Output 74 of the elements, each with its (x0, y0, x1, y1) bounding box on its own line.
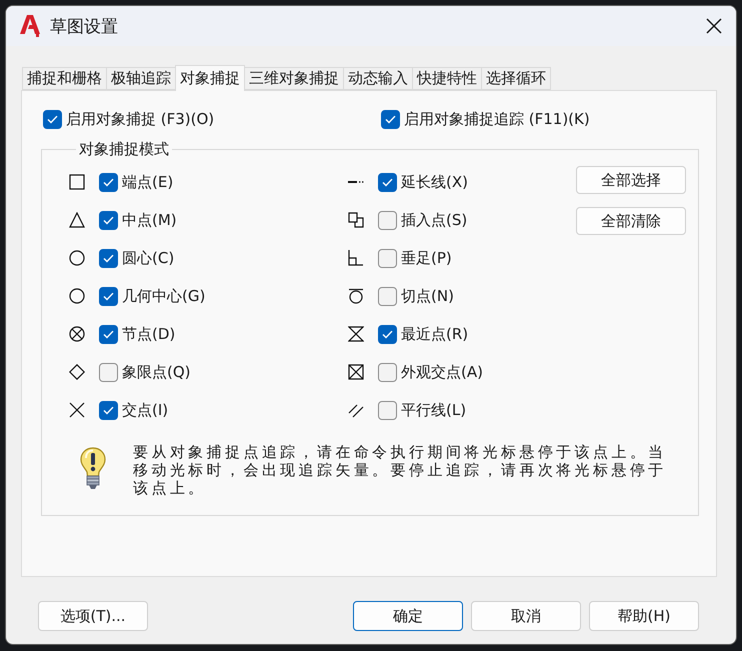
checkbox-label: 圆心(C) (122, 248, 174, 268)
dialog-button[interactable]: 取消 (471, 601, 581, 631)
tab[interactable]: 极轴追踪 (106, 67, 176, 90)
checkbox[interactable] (99, 248, 118, 268)
select-button[interactable]: 全部清除 (576, 207, 686, 235)
checkbox-label: 节点(D) (122, 324, 176, 344)
hint-text: 要从对象捕捉点追踪，请在命令执行期间将光标悬停于该点上。当移动光标时，会出现追踪矢量。要停止追踪，请再次将光标悬停于该点上。 (133, 443, 668, 497)
lightbulb-icon (80, 447, 106, 491)
checkmark-icon (103, 254, 114, 262)
checkbox[interactable] (99, 400, 118, 420)
checkbox-label: 平行线(L) (401, 400, 466, 420)
diamond-icon (69, 364, 85, 380)
checkmark-icon (103, 178, 114, 186)
checkbox-label: 交点(I) (122, 400, 168, 420)
parallel-lines-icon (348, 402, 364, 418)
checkbox-label: 外观交点(A) (401, 362, 483, 382)
checkbox[interactable] (378, 286, 397, 306)
checkbox-label: 垂足(P) (401, 248, 452, 268)
checkbox[interactable] (378, 400, 397, 420)
checkbox[interactable] (99, 286, 118, 306)
checkbox[interactable] (378, 362, 397, 382)
checkbox-label: 切点(N) (401, 286, 454, 306)
checkmark-icon (103, 330, 114, 338)
select-button[interactable]: 全部选择 (576, 166, 686, 194)
checkbox[interactable] (99, 172, 118, 192)
dialog-button[interactable]: 选项(T)... (38, 601, 148, 631)
checkbox[interactable] (378, 172, 397, 192)
triangle-icon (69, 212, 85, 228)
checkmark-icon (47, 114, 58, 124)
tab[interactable]: 选择循环 (481, 67, 551, 90)
hourglass-icon (348, 326, 364, 342)
stepped-squares-icon (348, 212, 364, 228)
square-icon (69, 174, 85, 190)
dialog-button[interactable]: 帮助(H) (589, 601, 699, 631)
app-logo-icon (20, 15, 40, 37)
tab[interactable]: 对象捕捉 (175, 65, 245, 91)
checkbox[interactable] (378, 324, 397, 344)
window-title: 草图设置 (50, 16, 119, 38)
tab[interactable]: 捕捉和栅格 (22, 67, 107, 90)
checkmark-icon (103, 292, 114, 300)
checkbox-label: 中点(M) (122, 210, 177, 230)
checkbox-label: 延长线(X) (401, 172, 468, 192)
checkbox[interactable] (378, 248, 397, 268)
checkbox[interactable] (99, 324, 118, 344)
dialog-button[interactable]: 确定 (353, 601, 463, 631)
checkbox-label: 插入点(S) (401, 210, 468, 230)
checkbox[interactable] (43, 110, 62, 128)
checkbox[interactable] (99, 362, 118, 382)
checkmark-icon (382, 330, 393, 338)
checkbox-label: 启用对象捕捉 (F3)(O) (66, 110, 214, 128)
checkmark-icon (382, 178, 393, 186)
tab[interactable]: 动态输入 (343, 67, 413, 90)
circle-icon (69, 250, 85, 266)
close-icon (706, 18, 722, 34)
checkbox-label: 端点(E) (122, 172, 174, 192)
checkbox-label: 启用对象捕捉追踪 (F11)(K) (404, 110, 590, 128)
crossed-circle-icon (69, 326, 85, 342)
checkbox-label: 象限点(Q) (122, 362, 191, 382)
checkbox[interactable] (378, 210, 397, 230)
checkbox-label: 最近点(R) (401, 324, 468, 344)
tab[interactable]: 三维对象捕捉 (244, 67, 344, 90)
circle-icon (69, 288, 85, 304)
tangent-circle-icon (348, 288, 364, 304)
checkbox[interactable] (381, 110, 400, 128)
checkmark-icon (103, 216, 114, 224)
checkbox-label: 几何中心(G) (122, 286, 206, 306)
checkmark-icon (385, 114, 396, 124)
tab[interactable]: 快捷特性 (412, 67, 482, 90)
dashed-line-icon (348, 181, 364, 183)
right-angle-icon (348, 250, 364, 266)
checkmark-icon (103, 406, 114, 414)
group-title: 对象捕捉模式 (78, 140, 170, 159)
checkbox[interactable] (99, 210, 118, 230)
cross-icon (69, 402, 85, 418)
